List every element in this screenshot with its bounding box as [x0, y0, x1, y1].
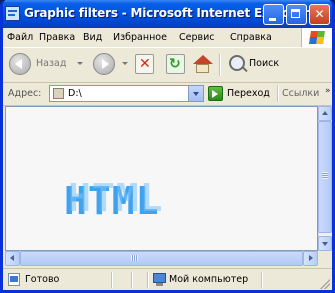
home-icon	[193, 55, 213, 64]
search-icon[interactable]	[229, 55, 245, 71]
forward-history-dropdown-icon[interactable]	[122, 62, 128, 65]
security-zone: Мой компьютер	[169, 274, 249, 285]
links-chevron-icon[interactable]: »	[325, 86, 331, 96]
menu-view[interactable]: Вид	[83, 32, 102, 43]
vertical-scrollbar[interactable]	[318, 106, 332, 251]
page-icon	[8, 273, 20, 286]
go-arrow-icon[interactable]	[208, 86, 223, 101]
go-button[interactable]: Переход	[227, 88, 270, 99]
back-button[interactable]	[9, 53, 31, 75]
my-computer-icon	[153, 273, 166, 286]
resize-grip[interactable]	[320, 279, 330, 289]
address-label: Адрес:	[8, 88, 42, 99]
scroll-corner	[318, 251, 332, 266]
status-bar: Готово Мой компьютер	[3, 268, 332, 290]
status-separator	[147, 272, 149, 288]
page-content: HTML	[5, 106, 318, 251]
refresh-icon: ↻	[169, 56, 181, 72]
html-filtered-text: HTML	[64, 179, 163, 220]
address-field[interactable]: D:\	[49, 85, 204, 102]
address-value[interactable]: D:\	[68, 88, 82, 99]
scroll-up-button[interactable]	[318, 106, 332, 121]
menu-help[interactable]: Справка	[230, 32, 272, 43]
toolbar-separator	[219, 54, 221, 76]
horizontal-scroll-thumb[interactable]	[20, 251, 303, 266]
address-separator	[277, 85, 279, 102]
refresh-button[interactable]: ↻	[166, 54, 185, 74]
maximize-button[interactable]	[286, 4, 307, 25]
stop-button[interactable]: ✕	[135, 54, 154, 74]
horizontal-scrollbar[interactable]	[5, 251, 318, 266]
title-bar[interactable]: Graphic filters - Microsoft Internet Exp…	[3, 0, 332, 28]
ie-page-icon	[5, 6, 20, 21]
scroll-down-button[interactable]	[318, 236, 332, 251]
forward-arrow-icon	[102, 59, 109, 69]
status-separator	[111, 272, 113, 288]
stop-icon: ✕	[139, 56, 151, 72]
status-separator	[261, 272, 263, 288]
back-arrow-icon	[15, 59, 22, 69]
search-button[interactable]: Поиск	[249, 58, 279, 69]
menu-edit[interactable]: Правка	[39, 32, 75, 43]
address-dropdown-button[interactable]	[188, 86, 203, 101]
back-history-dropdown-icon[interactable]	[77, 62, 83, 65]
forward-button[interactable]	[93, 53, 115, 75]
menu-bar: Файл Правка Вид Избранное Сервис Справка	[3, 28, 332, 48]
menu-file[interactable]: Файл	[7, 32, 33, 43]
scroll-right-button[interactable]	[303, 251, 318, 266]
minimize-button[interactable]	[263, 4, 284, 25]
home-button[interactable]	[192, 54, 213, 74]
status-text: Готово	[25, 274, 60, 285]
browser-window: Graphic filters - Microsoft Internet Exp…	[0, 0, 335, 293]
vertical-scroll-thumb[interactable]	[318, 121, 332, 233]
menu-tools[interactable]: Сервис	[179, 32, 215, 43]
back-label[interactable]: Назад	[36, 58, 66, 69]
drive-icon	[53, 88, 64, 99]
windows-flag-icon	[301, 28, 332, 47]
status-separator	[131, 272, 133, 288]
scroll-left-button[interactable]	[5, 251, 20, 266]
links-button[interactable]: Ссылки	[282, 88, 319, 99]
toolbar: Назад ✕ ↻ Поиск	[3, 48, 332, 83]
close-button[interactable]: ✕	[309, 4, 330, 25]
address-bar: Адрес: D:\ Переход Ссылки »	[3, 83, 332, 106]
menu-favorites[interactable]: Избранное	[113, 32, 167, 43]
